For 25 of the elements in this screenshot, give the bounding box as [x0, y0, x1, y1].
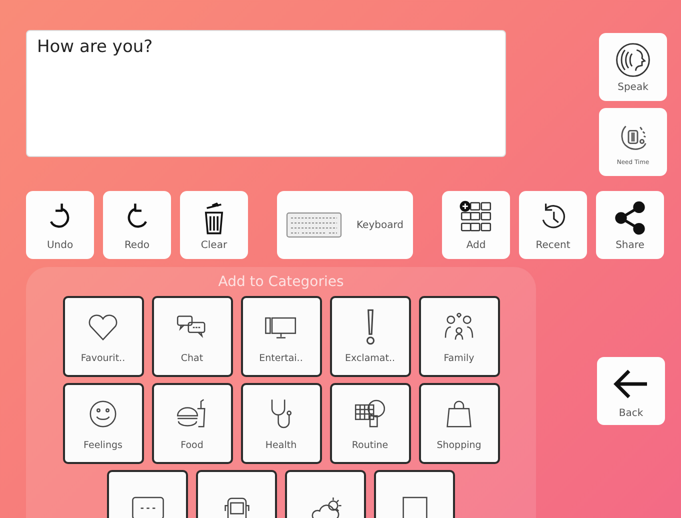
redo-button[interactable]: Redo	[103, 191, 171, 259]
speaking-head-icon	[615, 42, 651, 78]
category-tile[interactable]: Family	[418, 296, 500, 377]
message-field[interactable]: How are you?	[26, 30, 506, 157]
recent-button[interactable]: Recent	[519, 191, 587, 259]
category-tile[interactable]: Food	[152, 383, 232, 464]
category-tile[interactable]: Entertai..	[240, 296, 322, 377]
undo-button[interactable]: Undo	[26, 191, 94, 259]
category-tile[interactable]: Health	[240, 383, 322, 464]
category-tile[interactable]: Exclamat..	[330, 296, 410, 377]
share-button[interactable]: Share	[596, 191, 664, 259]
category-tile[interactable]: Feelings	[62, 383, 144, 464]
category-tile[interactable]: Shopping	[418, 383, 500, 464]
categories-title: Add to Categories	[218, 274, 344, 290]
add-button[interactable]: Add	[442, 191, 510, 259]
category-tile[interactable]: Chat	[152, 296, 232, 377]
share-icon	[612, 200, 648, 236]
category-tile[interactable]: Routine	[330, 383, 410, 464]
keyboard-button[interactable]: Keyboard	[277, 191, 413, 259]
clear-button[interactable]: Clear	[180, 191, 248, 259]
exclamation-icon	[364, 309, 376, 345]
back-button[interactable]: Back	[597, 357, 665, 425]
speak-button[interactable]: Speak	[599, 33, 667, 101]
keyboard-icon	[286, 211, 342, 239]
category-tile[interactable]: Favourit..	[62, 296, 144, 377]
